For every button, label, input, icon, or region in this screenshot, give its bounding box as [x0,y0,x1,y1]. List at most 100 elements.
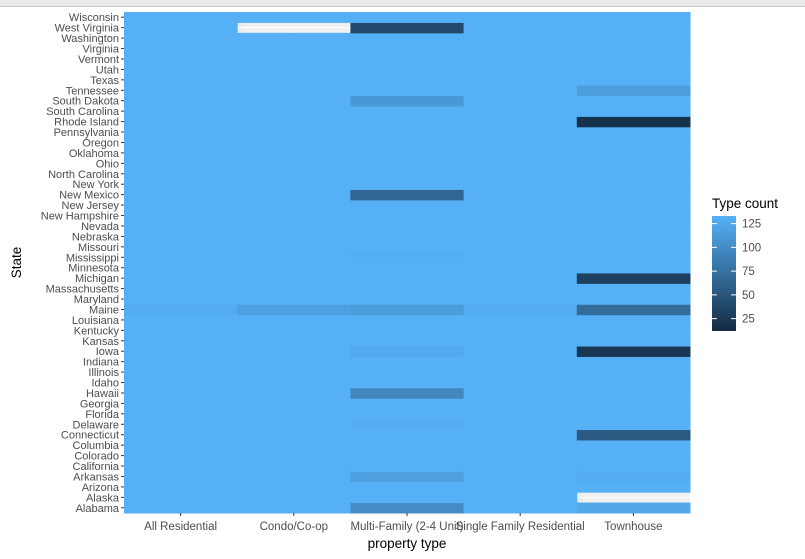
y-tick-label: Mississippi [66,252,119,264]
heatmap-cell [237,189,351,201]
heatmap-cell [124,460,238,472]
heatmap-cell [576,283,691,295]
y-tick-label: Nevada [81,221,120,233]
heatmap-cell [237,460,351,472]
legend-break-label: 125 [742,219,761,231]
heatmap-cell [463,502,578,514]
heatmap-cell [124,481,238,493]
y-tick-label: Ohio [96,158,119,170]
heatmap-cell [576,481,691,493]
heatmap-cell [463,22,578,34]
heatmap-cell [576,85,691,96]
y-tick-label: Utah [96,64,119,76]
heatmap-cell [463,346,578,357]
heatmap-cell [124,429,238,441]
heatmap-cell [124,492,238,504]
heatmap-cell [576,314,691,326]
y-tick-label: Virginia [83,44,120,56]
heatmap-cell [576,158,691,170]
heatmap-cell [350,147,465,159]
heatmap-cell [237,346,351,357]
y-tick-label: Nebraska [72,231,120,243]
heatmap-cell [463,293,578,305]
heatmap-cell [237,199,351,211]
heatmap-cell [237,439,351,451]
heatmap-cell [350,481,465,493]
heatmap-cell [237,492,351,504]
heatmap-cell [237,398,351,410]
heatmap-cell [350,408,465,420]
heatmap-cell [463,179,578,190]
y-tick-label: New York [73,179,120,191]
y-tick-label: Illinois [88,367,119,379]
y-tick-label: Maine [89,304,119,316]
heatmap-cell [350,95,465,107]
heatmap-cell [124,12,238,23]
heatmap-cell [576,126,691,138]
heatmap-cell [463,398,578,410]
heatmap-cell [350,199,465,211]
y-tick-label: California [73,461,120,473]
heatmap-cell [237,147,351,159]
heatmap-cell [463,471,578,483]
y-tick-label: Indiana [83,357,120,369]
y-tick-label: Idaho [91,378,119,390]
heatmap-cell [576,325,691,337]
y-tick-label: Massachusetts [46,284,120,296]
x-tick-label: All Residential [144,521,217,533]
heatmap-cell [237,220,351,232]
heatmap-cell [576,408,691,420]
heatmap-cell [463,481,578,493]
heatmap-cell [350,325,465,337]
y-tick-label: Arkansas [73,471,119,483]
plot-window: Alabama Alaska Arizona Arkansas California Co… [0,0,805,559]
y-tick-label: Iowa [96,346,120,358]
heatmap-cell [463,231,578,243]
heatmap-cell [350,335,465,347]
heatmap-cell [124,43,238,55]
heatmap-cell [576,241,691,253]
y-tick-label: Columbia [73,440,120,452]
heatmap-cell [350,22,465,34]
heatmap-cell [350,439,465,451]
heatmap-cell [350,137,465,149]
heatmap-cell [237,366,351,378]
y-tick-label: Washington [61,33,119,45]
heatmap-cell [463,387,578,399]
heatmap-cell [237,179,351,190]
y-tick-label: Pennsylvania [54,127,120,139]
heatmap-cell [237,325,351,337]
heatmap-cell [463,325,578,337]
y-tick-label: Alaska [86,492,120,504]
heatmap-cell [576,64,691,76]
heatmap-cell [463,210,578,222]
heatmap-cell [576,460,691,472]
heatmap-cell [124,366,238,378]
y-tick-label: Florida [85,409,120,421]
heatmap-cell [350,304,465,316]
heatmap-cell [124,252,238,263]
heatmap-cell [350,366,465,378]
heatmap-cell [350,252,465,263]
heatmap-cell [463,304,578,316]
heatmap-cell [237,74,351,86]
y-tick-label: Michigan [75,273,119,285]
heatmap-cell [463,377,578,389]
heatmap-cell [124,439,238,451]
heatmap-cell [576,74,691,86]
heatmap-cell [463,147,578,159]
heatmap-cell [576,189,691,201]
heatmap-cell [237,32,351,44]
heatmap-cell [463,283,578,295]
heatmap-cell [237,12,351,23]
heatmap-cell [237,450,351,462]
heatmap-cell [237,95,351,107]
y-tick-label: New Mexico [59,190,119,202]
heatmap-cell [237,252,351,263]
heatmap-cell [237,210,351,222]
heatmap-cell [350,189,465,201]
heatmap-cell [350,471,465,483]
heatmap-cell [237,137,351,149]
y-tick-label: Alabama [76,503,120,515]
heatmap-cell [124,199,238,211]
